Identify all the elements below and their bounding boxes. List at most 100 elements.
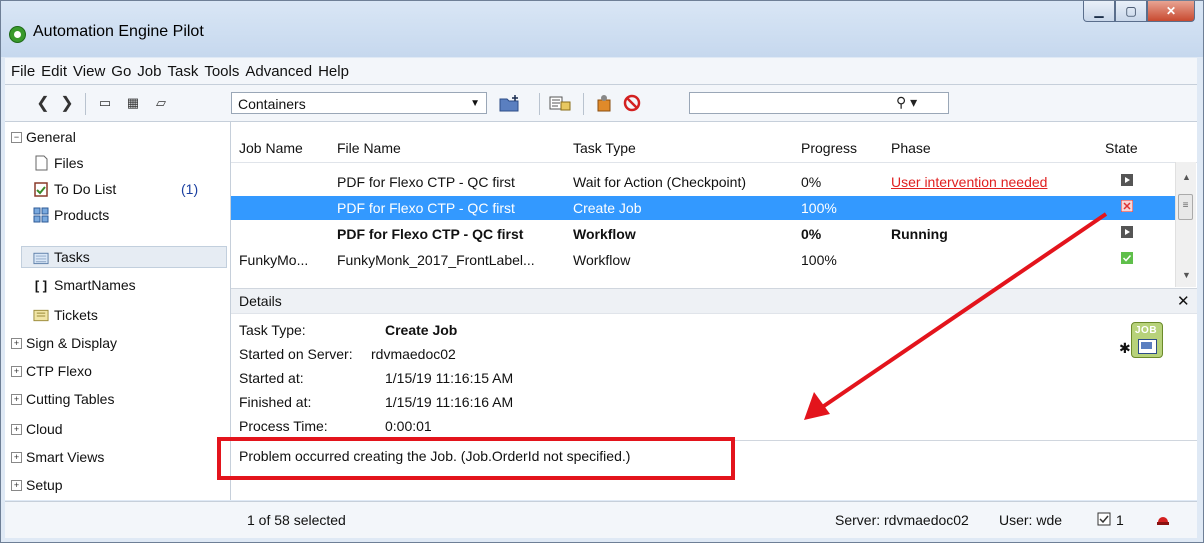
paused-state-icon	[1121, 226, 1133, 238]
forward-icon[interactable]: ❯	[59, 93, 75, 113]
todo-status-icon[interactable]	[1097, 511, 1111, 529]
todo-icon	[33, 181, 49, 197]
todo-status-count: 1	[1116, 512, 1124, 528]
scroll-up-icon[interactable]: ▲	[1182, 172, 1191, 182]
list-view-icon[interactable]: ▭	[95, 93, 115, 113]
expand-icon[interactable]: +	[11, 423, 22, 435]
expand-icon[interactable]: +	[11, 337, 22, 349]
back-icon[interactable]: ❮	[35, 93, 51, 113]
smartnames-icon: [ ]	[34, 277, 48, 293]
column-state[interactable]: State	[1105, 140, 1138, 156]
preview-view-icon[interactable]: ▱	[151, 93, 171, 113]
job-icon: ✱ JOB	[1119, 322, 1165, 362]
details-header: Details ✕	[231, 288, 1197, 314]
tree-group-cutting-tables[interactable]: + Cutting Tables	[11, 388, 114, 410]
menu-bar: File Edit View Go Job Task Tools Advance…	[5, 58, 1197, 85]
started-on-label: Started on Server:	[239, 346, 353, 362]
ok-state-icon	[1121, 252, 1133, 264]
table-scrollbar[interactable]: ▲ ≡ ▼	[1175, 162, 1196, 287]
table-row[interactable]: PDF for Flexo CTP - QC first Workflow 0%…	[231, 222, 1176, 246]
expand-icon[interactable]: +	[11, 451, 22, 463]
minimize-button[interactable]: ▁	[1083, 1, 1115, 22]
tree-group-sign-display[interactable]: + Sign & Display	[11, 332, 117, 354]
properties-icon[interactable]	[547, 93, 573, 113]
task-type-value: Create Job	[385, 322, 458, 338]
column-progress[interactable]: Progress	[801, 140, 857, 156]
finished-at-value: 1/15/19 11:16:16 AM	[385, 394, 514, 410]
phase-link[interactable]: User intervention needed	[891, 174, 1047, 190]
close-details-icon[interactable]: ✕	[1177, 292, 1190, 310]
maximize-button[interactable]: ▢	[1115, 1, 1147, 22]
table-row-selected[interactable]: PDF for Flexo CTP - QC first Create Job …	[231, 196, 1176, 220]
details-title: Details	[239, 293, 282, 309]
sidebar-item-tickets[interactable]: Tickets	[33, 304, 98, 326]
sidebar-item-products[interactable]: Products	[33, 204, 109, 226]
sidebar-item-files[interactable]: Files	[33, 152, 84, 174]
started-at-value: 1/15/19 11:16:15 AM	[385, 370, 514, 386]
new-container-icon[interactable]	[497, 93, 523, 113]
connection-icon	[1155, 510, 1171, 529]
error-state-icon	[1121, 200, 1133, 212]
menu-task[interactable]: Task	[164, 63, 201, 80]
tree-group-ctp-flexo[interactable]: + CTP Flexo	[11, 360, 92, 382]
menu-tools[interactable]: Tools	[201, 63, 242, 80]
container-select[interactable]: Containers ▼	[231, 92, 487, 114]
process-time-label: Process Time:	[239, 418, 328, 434]
table-header: Job Name File Name Task Type Progress Ph…	[231, 132, 1197, 163]
menu-view[interactable]: View	[70, 63, 108, 80]
chevron-down-icon: ▼	[470, 98, 480, 109]
tasks-icon	[33, 249, 49, 265]
sidebar-item-tasks[interactable]: Tasks	[33, 246, 90, 268]
abort-icon[interactable]	[621, 93, 643, 113]
window-title: Automation Engine Pilot	[33, 23, 204, 40]
table-row[interactable]: FunkyMo... FunkyMonk_2017_FrontLabel... …	[231, 248, 1176, 272]
expand-icon[interactable]: +	[11, 365, 22, 377]
selection-count: 1 of 58 selected	[247, 512, 346, 528]
menu-file[interactable]: File	[5, 63, 38, 80]
collapse-icon[interactable]: −	[11, 131, 22, 143]
grid-view-icon[interactable]: ▦	[123, 93, 143, 113]
user-status: User: wde	[999, 512, 1063, 528]
table-row[interactable]: PDF for Flexo CTP - QC first Wait for Ac…	[231, 170, 1176, 194]
menu-go[interactable]: Go	[108, 63, 134, 80]
paused-state-icon	[1121, 174, 1133, 186]
menu-help[interactable]: Help	[315, 63, 352, 80]
server-status: Server: rdvmaedoc02	[835, 512, 969, 528]
launch-task-icon[interactable]	[593, 93, 615, 113]
column-job-name[interactable]: Job Name	[239, 140, 303, 156]
scroll-down-icon[interactable]: ▼	[1182, 270, 1191, 280]
process-time-value: 0:00:01	[385, 418, 432, 434]
todo-count-badge: (1)	[181, 181, 199, 197]
tree-group-general[interactable]: − General	[11, 126, 76, 148]
file-icon	[33, 155, 49, 171]
tickets-icon	[33, 307, 49, 323]
column-file-name[interactable]: File Name	[337, 140, 401, 156]
sidebar-item-todo[interactable]: To Do List (1)	[33, 178, 198, 200]
menu-edit[interactable]: Edit	[38, 63, 70, 80]
menu-job[interactable]: Job	[134, 63, 164, 80]
task-type-label: Task Type:	[239, 322, 306, 338]
started-on-value: rdvmaedoc02	[371, 346, 456, 362]
column-task-type[interactable]: Task Type	[573, 140, 636, 156]
sidebar-item-smartnames[interactable]: [ ] SmartNames	[33, 274, 136, 296]
finished-at-label: Finished at:	[239, 394, 312, 410]
tree-group-setup[interactable]: + Setup	[11, 474, 63, 496]
tree-group-cloud[interactable]: + Cloud	[11, 418, 63, 440]
annotation-highlight-box	[217, 437, 735, 480]
menu-advanced[interactable]: Advanced	[242, 63, 315, 80]
expand-icon[interactable]: +	[11, 393, 22, 405]
navigation-panel: − General Files To Do List (1) Products T…	[5, 122, 231, 500]
status-bar: 1 of 58 selected Server: rdvmaedoc02 Use…	[5, 501, 1197, 538]
app-logo-icon	[9, 26, 26, 43]
expand-icon[interactable]: +	[11, 479, 22, 491]
tree-group-smart-views[interactable]: + Smart Views	[11, 446, 104, 468]
toolbar: ❮ ❯ ▭ ▦ ▱ Containers ▼ ⚲ ▾	[5, 85, 1197, 122]
search-input[interactable]: ⚲ ▾	[689, 92, 949, 114]
close-window-button[interactable]: ✕	[1147, 1, 1195, 22]
column-phase[interactable]: Phase	[891, 140, 931, 156]
products-icon	[33, 207, 49, 223]
started-at-label: Started at:	[239, 370, 304, 386]
scroll-thumb[interactable]: ≡	[1178, 194, 1193, 220]
search-icon: ⚲ ▾	[896, 94, 918, 110]
title-bar: Automation Engine Pilot ▁ ▢ ✕	[1, 1, 1203, 57]
